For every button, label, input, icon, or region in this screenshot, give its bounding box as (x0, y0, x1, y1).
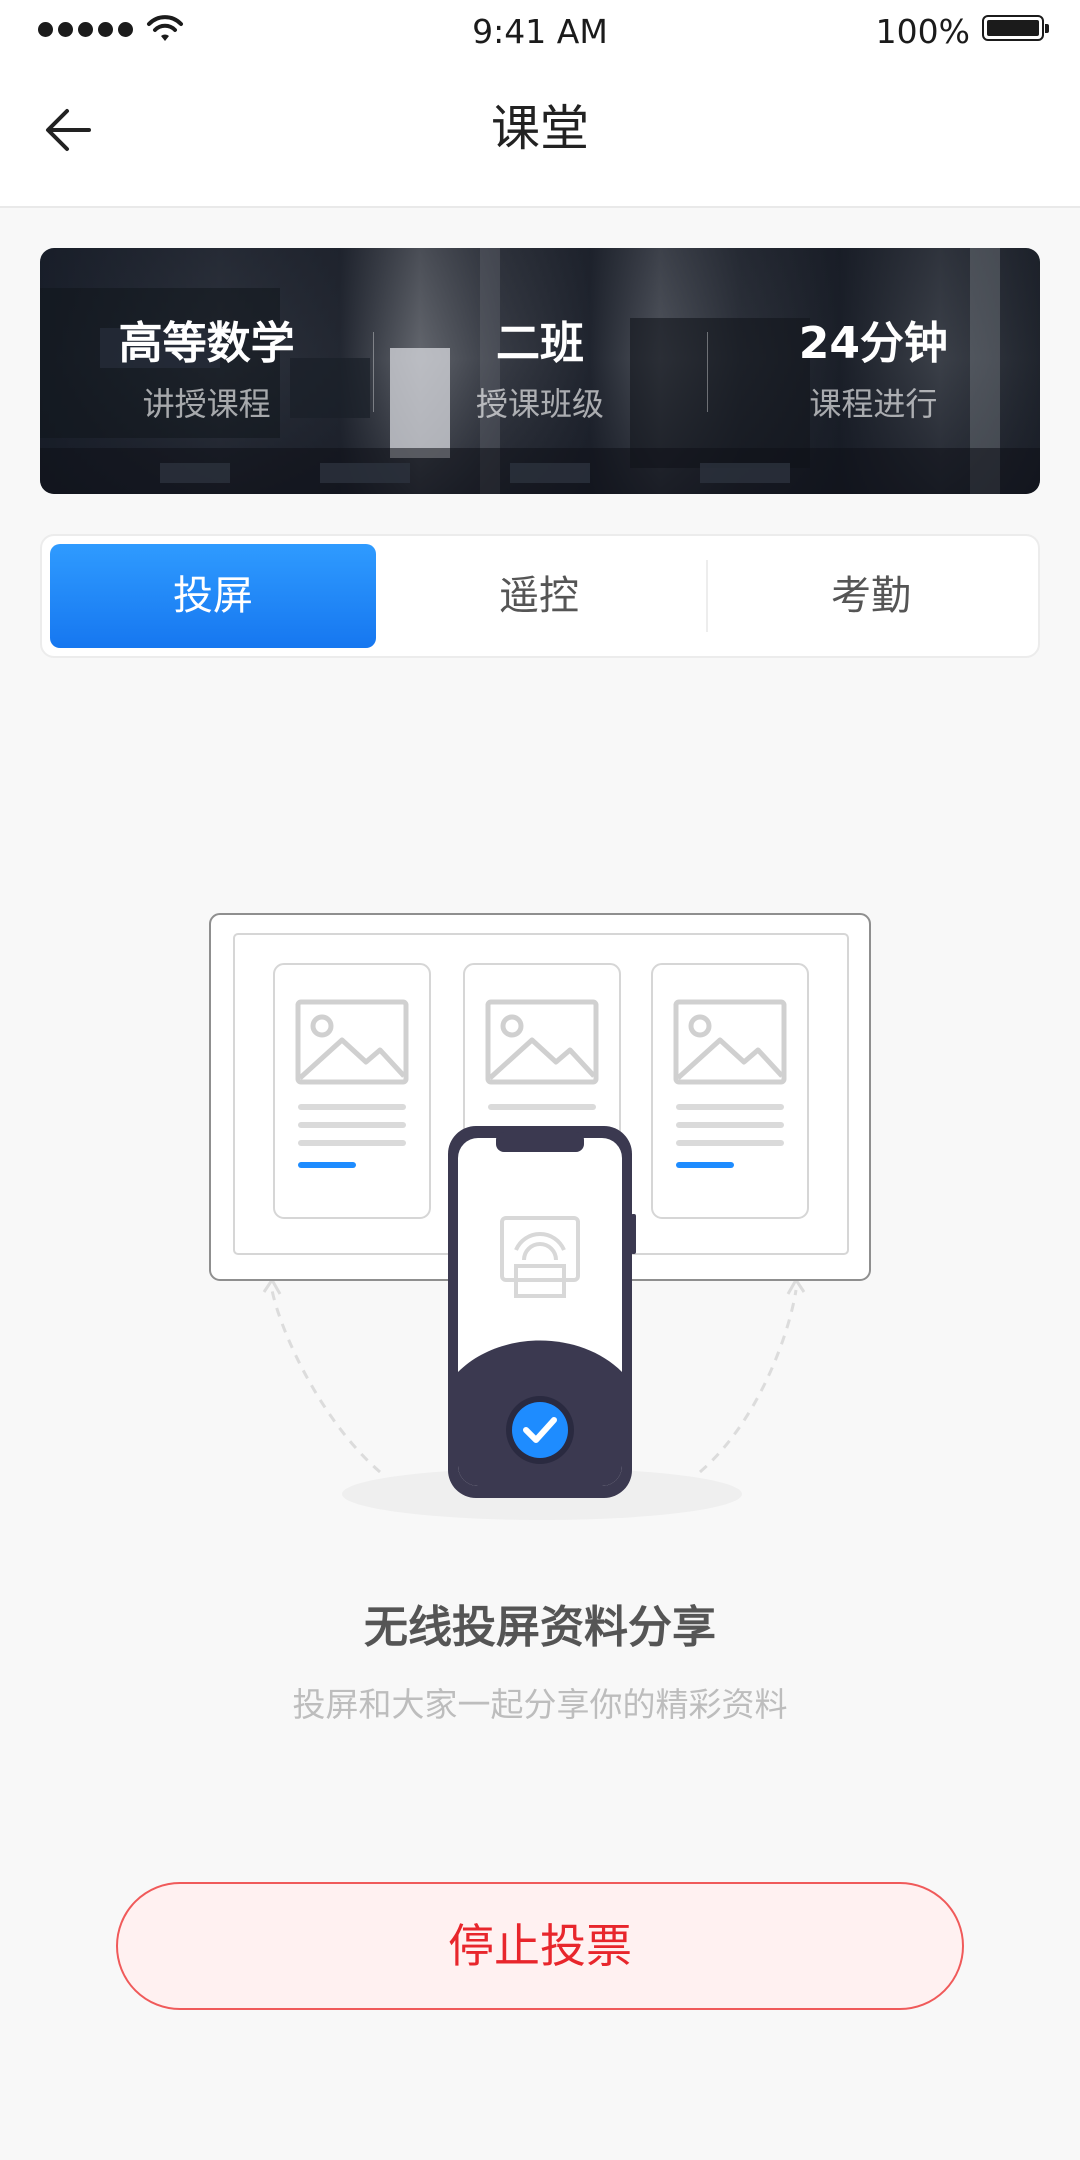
segmented-tabs: 投屏 遥控 考勤 (40, 534, 1040, 658)
battery-percentage: 100% (875, 12, 970, 51)
stat-duration: 24分钟 课程进行 (706, 248, 1040, 494)
phone-illustration (448, 1126, 636, 1498)
header: 9:41 AM 100% 课堂 (0, 0, 1080, 208)
battery-icon (982, 15, 1049, 41)
stop-button[interactable]: 停止投票 (116, 1882, 964, 2010)
screen-cast-illustration (209, 913, 871, 1520)
page-title: 课堂 (490, 100, 589, 157)
check-circle-icon (506, 1396, 574, 1464)
tab-attendance[interactable]: 考勤 (708, 544, 1034, 648)
stat-class: 二班 授课班级 (373, 248, 706, 494)
stat-value: 24分钟 (798, 318, 948, 369)
tab-remote-control[interactable]: 遥控 (376, 544, 702, 648)
stat-label: 课程进行 (809, 385, 938, 423)
image-placeholder-icon (273, 963, 431, 1219)
feature-subtitle: 投屏和大家一起分享你的精彩资料 (292, 1685, 788, 1724)
status-bar: 9:41 AM 100% (0, 0, 1080, 64)
stat-value: 高等数学 (118, 318, 295, 369)
stat-label: 讲授课程 (142, 385, 271, 423)
stat-divider (373, 332, 375, 412)
tab-cast-screen[interactable]: 投屏 (50, 544, 376, 648)
class-info-banner: 高等数学 讲授课程 二班 授课班级 24分钟 课程进行 (40, 248, 1040, 494)
feature-title: 无线投屏资料分享 (364, 1602, 716, 1653)
banner-stats: 高等数学 讲授课程 二班 授课班级 24分钟 课程进行 (40, 248, 1040, 494)
stat-value: 二班 (495, 318, 584, 369)
nav-bar: 课堂 (0, 64, 1080, 206)
stat-divider (706, 332, 708, 412)
stat-label: 授课班级 (475, 385, 604, 423)
stat-course: 高等数学 讲授课程 (40, 248, 373, 494)
